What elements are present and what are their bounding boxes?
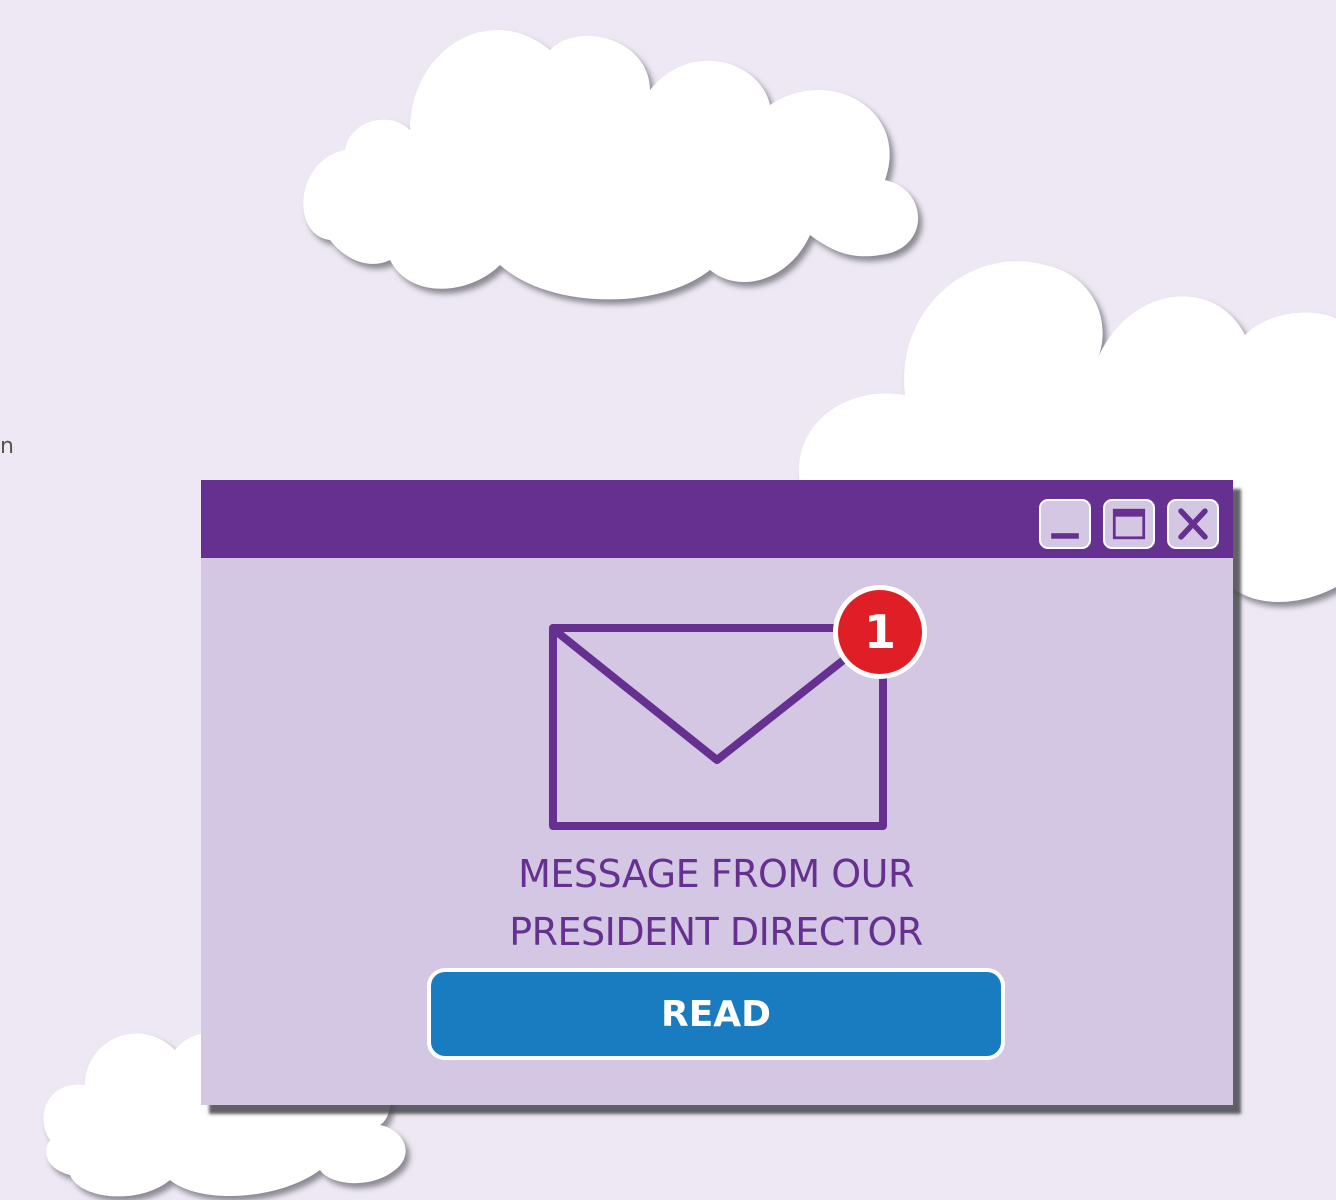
edge-partial-text: n — [0, 434, 14, 459]
maximize-button[interactable] — [1103, 499, 1155, 549]
minimize-icon — [1051, 533, 1079, 539]
window-titlebar[interactable] — [201, 480, 1233, 558]
close-button[interactable] — [1167, 499, 1219, 549]
minimize-button[interactable] — [1039, 499, 1091, 549]
close-icon — [1178, 508, 1208, 540]
maximize-icon — [1112, 508, 1146, 540]
read-button[interactable]: READ — [427, 968, 1005, 1060]
message-window: 1 MESSAGE FROM OUR PRESIDENT DIRECTOR RE… — [201, 480, 1233, 1105]
message-title-line1: MESSAGE FROM OUR — [518, 852, 914, 896]
message-title-line2: PRESIDENT DIRECTOR — [509, 910, 923, 954]
notification-badge: 1 — [833, 585, 927, 679]
